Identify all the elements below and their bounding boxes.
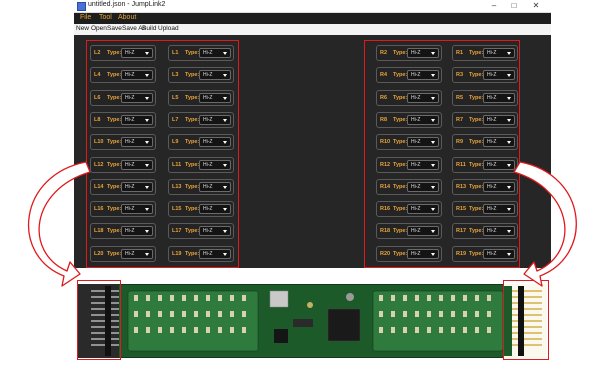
title-bar: untitled.json - JumpLink2 – □ ✕ xyxy=(74,0,551,13)
window-title: untitled.json - JumpLink2 xyxy=(88,1,166,8)
menu-file[interactable]: File xyxy=(80,14,91,21)
left-pins-board-highlight xyxy=(77,280,121,360)
right-pins-highlight xyxy=(364,40,520,268)
open-button[interactable]: Open xyxy=(91,25,107,32)
build-button[interactable]: Build xyxy=(142,25,156,32)
left-pins-highlight xyxy=(86,40,239,268)
menu-tool[interactable]: Tool xyxy=(99,14,112,21)
pcb-graphic xyxy=(78,285,546,357)
upload-button[interactable]: Upload xyxy=(158,25,179,32)
maximize-button[interactable]: □ xyxy=(506,0,522,12)
menu-about[interactable]: About xyxy=(118,14,136,21)
right-pins-board-highlight xyxy=(503,280,549,360)
minimize-button[interactable]: – xyxy=(486,0,502,12)
save-button[interactable]: Save xyxy=(107,25,122,32)
app-icon xyxy=(77,2,86,11)
menu-bar: File Tool About xyxy=(74,13,551,24)
toolbar: New Open Save Save As Build Upload xyxy=(74,24,551,35)
close-button[interactable]: ✕ xyxy=(528,0,544,12)
pcb-board-photo xyxy=(77,284,547,358)
new-button[interactable]: New xyxy=(76,25,89,32)
